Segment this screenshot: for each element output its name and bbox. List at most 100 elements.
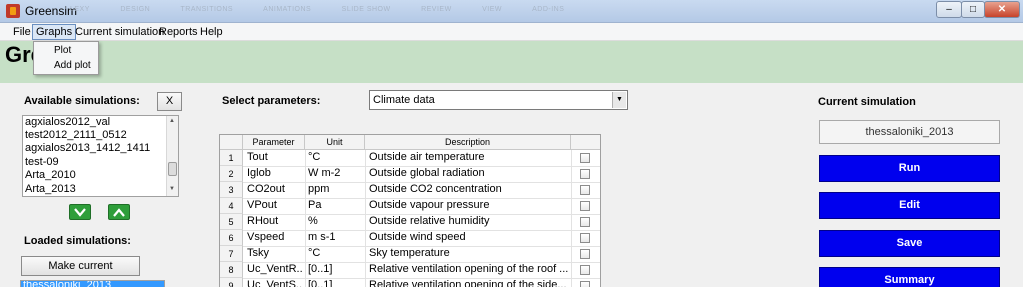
row-checkbox[interactable] [580, 153, 590, 163]
cell-parameter[interactable]: Tout [247, 151, 303, 163]
row-checkbox[interactable] [580, 233, 590, 243]
cell-description[interactable]: Outside relative humidity [369, 215, 569, 227]
list-item[interactable]: agxialos2013_1412_1411 [25, 142, 150, 154]
cell-description[interactable]: Outside wind speed [369, 231, 569, 243]
cell-description[interactable]: Outside CO2 concentration [369, 183, 569, 195]
cell-description[interactable]: Outside global radiation [369, 167, 569, 179]
maximize-button[interactable]: □ [961, 1, 985, 18]
menu-item-plot[interactable]: Plot [54, 45, 71, 56]
summary-button[interactable]: Summary [819, 267, 1000, 287]
header-band: Gre [0, 41, 1023, 83]
row-number: 9 [220, 278, 243, 287]
ribbon-ghost-text: LEXY DESIGN TRANSITIONS ANIMATIONS SLIDE… [70, 6, 592, 13]
cell-parameter[interactable]: CO2out [247, 183, 303, 195]
list-item[interactable]: Arta_2010 [25, 169, 76, 181]
available-simulations-label: Available simulations: [24, 95, 140, 107]
row-checkbox[interactable] [580, 281, 590, 287]
cell-unit[interactable]: W m-2 [308, 167, 363, 179]
loaded-simulations-label: Loaded simulations: [24, 235, 131, 247]
graphs-dropdown-menu: Plot Add plot [33, 41, 99, 75]
cell-description[interactable]: Outside vapour pressure [369, 199, 569, 211]
list-item[interactable]: test2012_2111_0512 [25, 129, 127, 141]
column-divider [571, 150, 572, 287]
dropdown-arrow-icon[interactable]: ▼ [612, 92, 626, 108]
cell-unit[interactable]: ppm [308, 183, 363, 195]
loaded-simulations-list[interactable]: thessaloniki_2013 [20, 280, 165, 287]
column-header-parameter[interactable]: Parameter [243, 135, 305, 150]
cell-unit[interactable]: [0..1] [308, 263, 363, 275]
cell-unit[interactable]: m s-1 [308, 231, 363, 243]
current-simulation-label: Current simulation [818, 96, 916, 108]
scroll-up-arrow-icon[interactable]: ▲ [169, 118, 175, 124]
scroll-down-arrow-icon[interactable]: ▼ [169, 186, 175, 192]
save-button[interactable]: Save [819, 230, 1000, 257]
cell-unit[interactable]: °C [308, 247, 363, 259]
cell-unit[interactable]: Pa [308, 199, 363, 211]
cell-description[interactable]: Relative ventilation opening of the side… [369, 279, 569, 287]
cell-parameter[interactable]: Vspeed [247, 231, 303, 243]
menu-reports[interactable]: Reports [156, 25, 201, 39]
ribbon-ghost-item: SLIDE SHOW [341, 6, 391, 13]
scrollbar-thumb[interactable] [168, 162, 177, 176]
table-corner-header [220, 135, 243, 150]
select-parameters-label: Select parameters: [222, 95, 321, 107]
row-checkbox[interactable] [580, 217, 590, 227]
cell-unit[interactable]: % [308, 215, 363, 227]
menu-bar: File Graphs Current simulation Reports H… [0, 23, 1023, 41]
menu-item-add-plot[interactable]: Add plot [54, 60, 91, 71]
row-checkbox[interactable] [580, 249, 590, 259]
column-header-description[interactable]: Description [365, 135, 571, 150]
edit-button[interactable]: Edit [819, 192, 1000, 219]
menu-help[interactable]: Help [197, 25, 226, 39]
column-header-unit[interactable]: Unit [305, 135, 365, 150]
cell-parameter[interactable]: Iglob [247, 167, 303, 179]
cell-parameter[interactable]: VPout [247, 199, 303, 211]
row-checkbox[interactable] [580, 265, 590, 275]
menu-file[interactable]: File [10, 25, 34, 39]
app-icon [6, 4, 20, 18]
make-current-button[interactable]: Make current [21, 256, 140, 276]
row-number: 1 [220, 150, 243, 166]
cell-parameter[interactable]: Uc_VentR... [247, 263, 303, 275]
run-button[interactable]: Run [819, 155, 1000, 182]
row-checkbox[interactable] [580, 185, 590, 195]
simulations-scrollbar[interactable]: ▲ ▼ [166, 116, 178, 196]
close-window-button[interactable]: ✕ [984, 1, 1020, 18]
cell-description[interactable]: Sky temperature [369, 247, 569, 259]
available-simulations-list[interactable]: agxialos2012_val test2012_2111_0512 agxi… [22, 115, 179, 197]
row-number: 2 [220, 166, 243, 182]
list-item[interactable]: Arta_2013 [25, 183, 76, 195]
unload-up-button[interactable] [108, 204, 130, 220]
menu-graphs[interactable]: Graphs [32, 24, 77, 40]
cell-description[interactable]: Outside air temperature [369, 151, 569, 163]
column-divider [365, 150, 366, 287]
load-down-button[interactable] [69, 204, 91, 220]
ribbon-ghost-item: ANIMATIONS [263, 6, 312, 13]
remove-simulation-button[interactable]: X [157, 92, 182, 111]
menu-current-simulation[interactable]: Current simulation [72, 25, 167, 39]
list-item[interactable]: agxialos2012_val [25, 116, 110, 128]
parameter-group-value: Climate data [373, 94, 435, 106]
row-number: 8 [220, 262, 243, 278]
cell-parameter[interactable]: RHout [247, 215, 303, 227]
cell-unit[interactable]: °C [308, 151, 363, 163]
cell-description[interactable]: Relative ventilation opening of the roof… [369, 263, 569, 275]
list-item[interactable]: test-09 [25, 156, 59, 168]
cell-unit[interactable]: [0..1] [308, 279, 363, 287]
title-bar: Greensim LEXY DESIGN TRANSITIONS ANIMATI… [0, 0, 1023, 23]
cell-parameter[interactable]: Uc_VentS... [247, 279, 303, 287]
list-item-selected[interactable]: thessaloniki_2013 [21, 281, 164, 287]
row-checkbox[interactable] [580, 201, 590, 211]
ribbon-ghost-item: TRANSITIONS [180, 6, 234, 13]
row-number: 6 [220, 230, 243, 246]
row-checkbox[interactable] [580, 169, 590, 179]
cell-parameter[interactable]: Tsky [247, 247, 303, 259]
ribbon-ghost-item: DESIGN [120, 6, 151, 13]
column-header-select[interactable] [571, 135, 600, 150]
ribbon-ghost-item: VIEW [482, 6, 503, 13]
chevron-down-icon [74, 208, 86, 217]
parameter-group-select[interactable]: Climate data ▼ [369, 90, 628, 110]
column-divider [305, 150, 306, 287]
row-number: 5 [220, 214, 243, 230]
minimize-button[interactable]: – [936, 1, 962, 18]
